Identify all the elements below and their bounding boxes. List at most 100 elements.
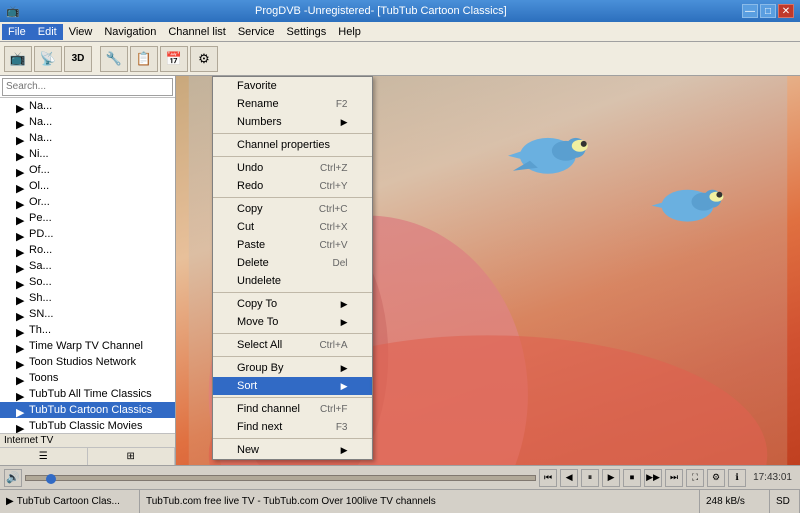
list-item[interactable]: ▶SN... — [0, 306, 175, 322]
list-item[interactable]: ▶Ni... — [0, 146, 175, 162]
title-bar: 📺 ProgDVB -Unregistered- [TubTub Cartoon… — [0, 0, 800, 22]
list-item[interactable]: ▶TubTub Classic Movies — [0, 418, 175, 433]
progress-thumb[interactable] — [46, 474, 56, 484]
ctx-arrow: ▶ — [341, 381, 348, 392]
main-area: ▶Na... ▶Na... ▶Na... ▶Ni... ▶Of... ▶Ol..… — [0, 76, 800, 465]
stop-button[interactable]: ⏹ — [623, 469, 641, 487]
menu-bar: File Edit View Navigation Channel list S… — [0, 22, 800, 42]
prev-button[interactable]: ◀ — [560, 469, 578, 487]
ctx-label: Paste — [237, 239, 265, 251]
ctx-label: Select All — [237, 339, 282, 351]
maximize-button[interactable]: □ — [760, 4, 776, 18]
ctx-label: Find next — [237, 421, 282, 433]
tb-settings-button[interactable]: ⚙ — [190, 46, 218, 72]
channel-icon: ▶ — [16, 357, 26, 367]
ctx-undelete[interactable]: Undelete — [213, 272, 372, 290]
sidebar: ▶Na... ▶Na... ▶Na... ▶Ni... ▶Of... ▶Ol..… — [0, 76, 176, 465]
next-button[interactable]: ▶▶ — [644, 469, 662, 487]
menu-view[interactable]: View — [63, 24, 99, 40]
list-item[interactable]: ▶Th... — [0, 322, 175, 338]
info-button[interactable]: ℹ — [728, 469, 746, 487]
fullscreen-button[interactable]: ⛶ — [686, 469, 704, 487]
ctx-cut[interactable]: Cut Ctrl+X — [213, 218, 372, 236]
window-controls: — □ ✕ — [742, 4, 794, 18]
ctx-undo[interactable]: Undo Ctrl+Z — [213, 159, 372, 177]
list-item[interactable]: ▶So... — [0, 274, 175, 290]
menu-settings[interactable]: Settings — [281, 24, 333, 40]
list-item[interactable]: ▶Na... — [0, 130, 175, 146]
settings2-button[interactable]: ⚙ — [707, 469, 725, 487]
ctx-arrow: ▶ — [341, 299, 348, 310]
ctx-label: Group By — [237, 362, 283, 374]
bottom-controls: 🔊 ⏮ ◀ ⏸ ▶ ⏹ ▶▶ ⏭ ⛶ ⚙ ℹ 17:43:01 — [0, 465, 800, 489]
ctx-copy-to[interactable]: Copy To ▶ — [213, 295, 372, 313]
list-item-selected[interactable]: ▶TubTub Cartoon Classics — [0, 402, 175, 418]
ctx-shortcut: Ctrl+F — [320, 404, 348, 415]
pause-button[interactable]: ⏸ — [581, 469, 599, 487]
list-item[interactable]: ▶Ro... — [0, 242, 175, 258]
list-item[interactable]: ▶TubTub All Time Classics — [0, 386, 175, 402]
tb-tv-button[interactable]: 📺 — [4, 46, 32, 72]
channel-icon: ▶ — [16, 133, 26, 143]
ctx-favorite[interactable]: Favorite — [213, 77, 372, 95]
ctx-shortcut: Ctrl+V — [319, 240, 347, 251]
ctx-find-channel[interactable]: Find channel Ctrl+F — [213, 400, 372, 418]
ctx-delete[interactable]: Delete Del — [213, 254, 372, 272]
list-item[interactable]: ▶PD... — [0, 226, 175, 242]
ctx-channel-props[interactable]: Channel properties — [213, 136, 372, 154]
ctx-select-all[interactable]: Select All Ctrl+A — [213, 336, 372, 354]
ctx-rename[interactable]: Rename F2 — [213, 95, 372, 113]
ctx-new[interactable]: New ▶ — [213, 441, 372, 459]
ctx-sort[interactable]: Sort ▶ Unsort By Caption By Number — [213, 377, 372, 395]
minimize-button[interactable]: — — [742, 4, 758, 18]
time-display: 17:43:01 — [749, 472, 796, 483]
ctx-find-next[interactable]: Find next F3 — [213, 418, 372, 436]
list-item[interactable]: ▶Pe... — [0, 210, 175, 226]
menu-help[interactable]: Help — [332, 24, 367, 40]
search-input[interactable] — [2, 78, 173, 96]
next-next-button[interactable]: ⏭ — [665, 469, 683, 487]
ctx-redo[interactable]: Redo Ctrl+Y — [213, 177, 372, 195]
video-area: Favorite Rename F2 Numbers ▶ Channel pro… — [176, 76, 800, 465]
ctx-copy[interactable]: Copy Ctrl+C — [213, 200, 372, 218]
channel-list: ▶Na... ▶Na... ▶Na... ▶Ni... ▶Of... ▶Ol..… — [0, 98, 175, 433]
tb-3d-button[interactable]: 3D — [64, 46, 92, 72]
channel-icon: ▶ — [16, 165, 26, 175]
ctx-label: Cut — [237, 221, 254, 233]
list-item[interactable]: ▶Toons — [0, 370, 175, 386]
volume-button[interactable]: 🔊 — [4, 469, 22, 487]
list-item[interactable]: ▶Ol... — [0, 178, 175, 194]
prev-prev-button[interactable]: ⏮ — [539, 469, 557, 487]
status-channel: ▶ TubTub Cartoon Clas... — [0, 490, 140, 513]
ctx-paste[interactable]: Paste Ctrl+V — [213, 236, 372, 254]
ctx-label: Copy — [237, 203, 263, 215]
tb-antenna-button[interactable]: 📡 — [34, 46, 62, 72]
ctx-sep — [213, 397, 372, 398]
tb-playlist-button[interactable]: 📋 — [130, 46, 158, 72]
progress-bar[interactable] — [25, 475, 536, 481]
sidebar-icon-grid[interactable]: ⊞ — [88, 448, 176, 465]
menu-service[interactable]: Service — [232, 24, 281, 40]
tb-tools-button[interactable]: 🔧 — [100, 46, 128, 72]
list-item[interactable]: ▶Sh... — [0, 290, 175, 306]
list-item[interactable]: ▶Na... — [0, 98, 175, 114]
close-button[interactable]: ✕ — [778, 4, 794, 18]
menu-navigation[interactable]: Navigation — [98, 24, 162, 40]
list-item[interactable]: ▶Na... — [0, 114, 175, 130]
channel-icon: ▶ — [16, 277, 26, 287]
ctx-group-by[interactable]: Group By ▶ — [213, 359, 372, 377]
menu-file[interactable]: File — [2, 24, 32, 40]
ctx-numbers[interactable]: Numbers ▶ — [213, 113, 372, 131]
sidebar-icon-list[interactable]: ☰ — [0, 448, 88, 465]
menu-channel-list[interactable]: Channel list — [162, 24, 231, 40]
list-item[interactable]: ▶Time Warp TV Channel — [0, 338, 175, 354]
ctx-shortcut: Ctrl+Z — [320, 163, 348, 174]
play-button[interactable]: ▶ — [602, 469, 620, 487]
tb-epg-button[interactable]: 📅 — [160, 46, 188, 72]
list-item[interactable]: ▶Or... — [0, 194, 175, 210]
list-item[interactable]: ▶Toon Studios Network — [0, 354, 175, 370]
list-item[interactable]: ▶Sa... — [0, 258, 175, 274]
ctx-move-to[interactable]: Move To ▶ — [213, 313, 372, 331]
list-item[interactable]: ▶Of... — [0, 162, 175, 178]
menu-edit[interactable]: Edit — [32, 24, 63, 40]
